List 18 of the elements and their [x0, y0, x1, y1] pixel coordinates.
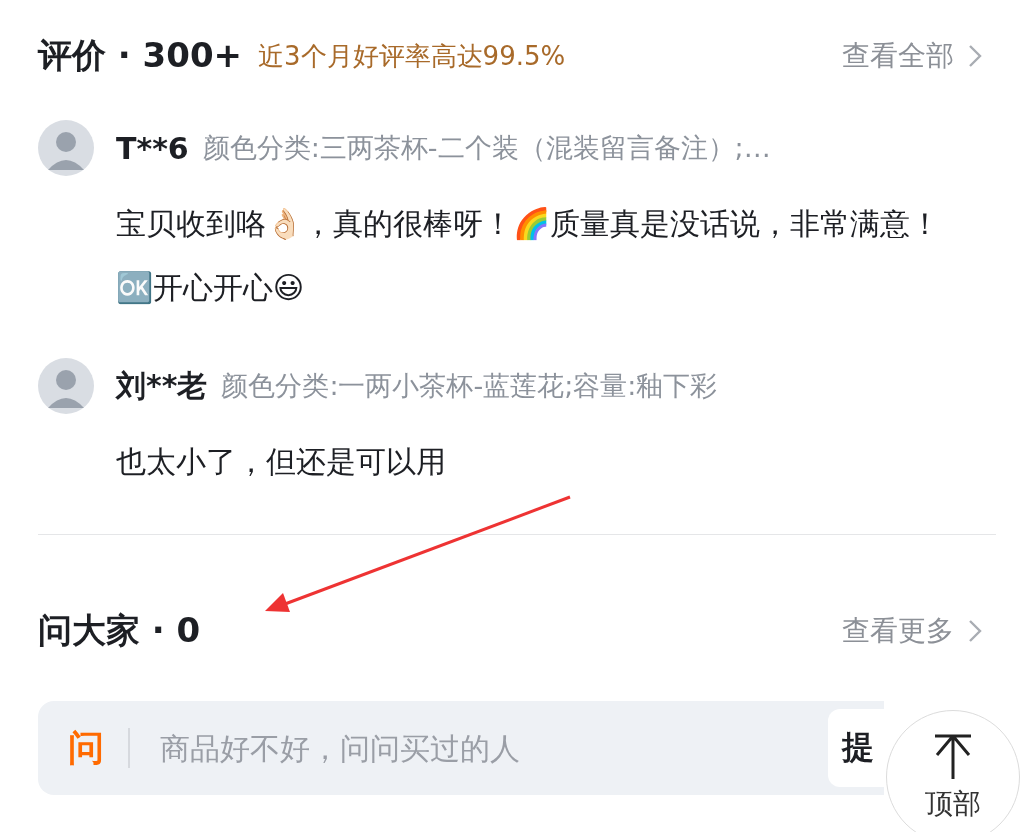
rating-note: 近3个月好评率高达99.5%: [258, 39, 566, 73]
review-text: 也太小了，但还是可以用: [116, 443, 447, 481]
back-to-top-button[interactable]: 顶部: [886, 710, 1020, 832]
product-spec: 颜色分类:三两茶杯-二个装（混装留言备注）;…: [202, 131, 771, 165]
arrow-up-icon: [933, 733, 973, 779]
user-name: 刘**老: [116, 366, 208, 405]
question-field[interactable]: 问 商品好不好，问问买过的人 提: [38, 701, 884, 795]
ask-button[interactable]: 提: [828, 709, 884, 787]
review-text: 宝贝收到咯👌🏻，真的很棒呀！🌈质量真是没话说，非常满意！🆗开心开心😃: [116, 205, 941, 307]
section-title: 问大家 · 0: [38, 609, 201, 652]
chevron-icon: [968, 619, 982, 643]
product-spec: 颜色分类:一两小茶杯-蓝莲花;容量:釉下彩: [221, 369, 718, 403]
avatar-icon: [38, 120, 94, 176]
avatar-icon: [38, 358, 94, 414]
user-name: T**6: [116, 130, 189, 166]
ask-icon-text: 问: [68, 725, 104, 770]
chevron-icon: [968, 44, 982, 68]
section-title: 评价 · 300+: [38, 34, 243, 77]
